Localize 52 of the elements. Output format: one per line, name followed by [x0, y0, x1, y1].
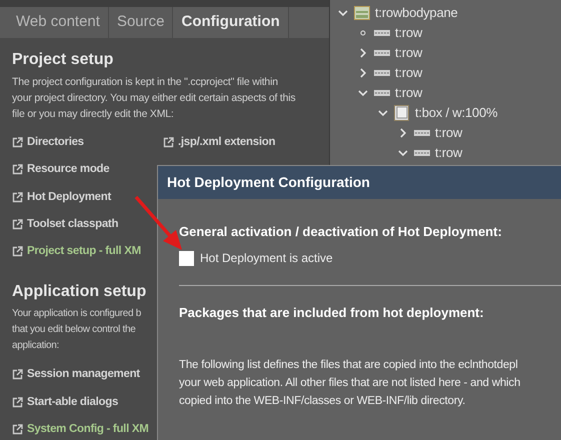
chevron-down-icon[interactable]: [358, 90, 368, 96]
tree-node-label[interactable]: t:box / w:100%: [415, 103, 498, 123]
section-heading: Packages that are included from hot deployment:: [179, 304, 485, 322]
tab[interactable]: Web content: [8, 7, 109, 38]
tree-node-label[interactable]: t:rowbodypane: [375, 3, 458, 23]
row-icon: [374, 70, 390, 76]
chevron-down-icon[interactable]: [398, 150, 408, 156]
external-link-icon: [12, 218, 23, 230]
external-link-icon: [12, 369, 23, 380]
checkbox-label[interactable]: Hot Deployment is active: [200, 249, 333, 267]
external-link-icon: [163, 137, 174, 148]
link[interactable]: Project setup - full XM: [12, 243, 141, 260]
external-link-icon: [12, 246, 23, 258]
row-icon: [374, 90, 390, 96]
link[interactable]: Session management: [12, 366, 140, 384]
section-heading: General activation / deactivation of Hot Deployment:: [179, 223, 503, 241]
section-description: The project configuration is kept in the ".ccproject" file within your project directory. You may either edit certain aspects of this file or you may directly edit the XML:: [12, 75, 296, 122]
row-icon: [414, 150, 430, 156]
external-link-icon: [12, 164, 23, 176]
chevron-right-icon[interactable]: [360, 48, 366, 58]
box-icon: [394, 105, 409, 121]
link[interactable]: Directories: [12, 134, 84, 152]
link[interactable]: Start-able dialogs: [12, 394, 118, 411]
section-heading: Project setup: [12, 50, 114, 70]
pane-icon: [354, 6, 370, 20]
chevron-right-icon[interactable]: [360, 68, 366, 78]
checkbox[interactable]: [179, 250, 194, 266]
external-link-icon: [12, 192, 23, 203]
dialog-title: Hot Deployment Configuration: [167, 173, 370, 192]
row-icon: [374, 30, 390, 36]
section-heading: Application setup: [12, 282, 148, 302]
link[interactable]: Toolset classpath: [12, 216, 118, 233]
link[interactable]: System Config - full XM: [12, 420, 149, 438]
link[interactable]: Hot Deployment: [12, 188, 111, 206]
section-description: Your application is configured b that you edit below control the application:: [12, 307, 142, 354]
tree-node-label[interactable]: t:row: [395, 43, 422, 63]
row-icon: [414, 130, 430, 136]
chevron-right-icon[interactable]: [400, 128, 406, 138]
chevron-down-icon[interactable]: [338, 10, 348, 16]
link[interactable]: Resource mode: [12, 161, 110, 178]
external-link-icon: [12, 424, 23, 435]
tree-node-label[interactable]: t:row: [395, 23, 422, 43]
tree-node-label[interactable]: t:row: [395, 63, 422, 83]
tree-node-label[interactable]: t:row: [395, 83, 422, 103]
external-link-icon: [12, 137, 23, 148]
tree-node-label[interactable]: t:row: [435, 123, 462, 143]
tree-node-label[interactable]: t:row: [435, 143, 462, 163]
external-link-icon: [12, 396, 23, 408]
link[interactable]: .jsp/.xml extension: [163, 134, 276, 152]
description-text: The following list defines the files that are copied into the eclnthotdepl your web application. All other files that are not listed here - and which copied into the WEB-INF/classes or WEB-INF/lib directory.: [179, 358, 520, 409]
row-icon: [374, 50, 390, 56]
chevron-down-icon[interactable]: [378, 110, 388, 116]
